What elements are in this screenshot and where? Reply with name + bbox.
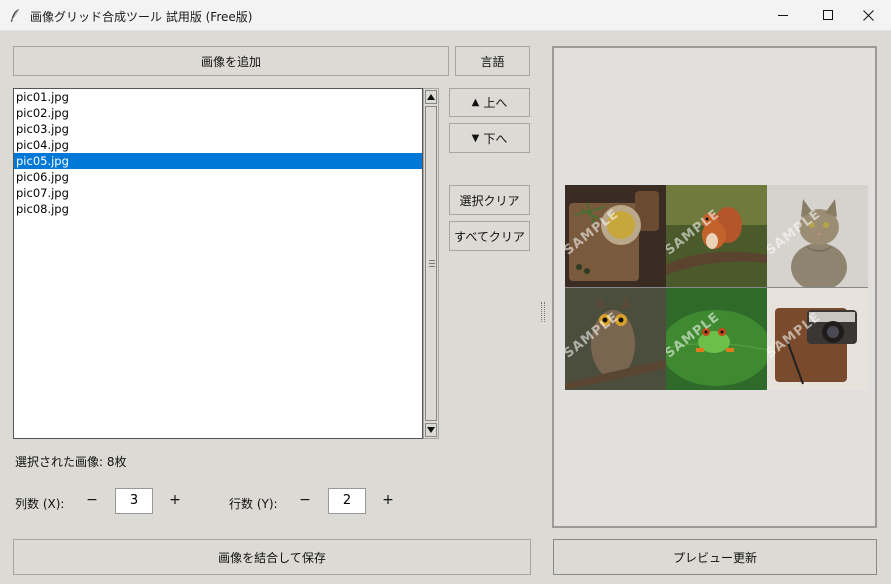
move-up-label: 上へ <box>483 96 508 110</box>
scroll-down-button[interactable] <box>425 423 437 437</box>
clear-all-button[interactable]: すべてクリア <box>449 221 530 251</box>
clear-all-label: すべてクリア <box>454 229 525 244</box>
preview-tile-squirrel: SAMPLE <box>666 185 767 287</box>
title-bar: 画像グリッド合成ツール 試用版 (Free版) <box>0 0 891 31</box>
list-item-selected[interactable]: pic05.jpg <box>14 153 422 169</box>
move-down-label: 下へ <box>483 131 508 146</box>
columns-input[interactable]: 3 <box>115 488 153 514</box>
up-arrow-icon: ▲ <box>471 97 480 108</box>
maximize-button[interactable] <box>806 0 851 31</box>
preview-panel: SAMPLE SAMPLE SAMPLE SAMPLE SAMPLE SAMPL… <box>552 46 877 528</box>
rows-increment-button[interactable]: + <box>381 492 395 508</box>
preview-tile-owl: SAMPLE <box>565 288 666 390</box>
minimize-button[interactable] <box>761 0 806 31</box>
clear-selection-button[interactable]: 選択クリア <box>449 185 530 215</box>
down-arrow-icon: ▼ <box>471 132 480 144</box>
columns-increment-button[interactable]: + <box>168 492 182 508</box>
language-button[interactable]: 言語 <box>455 46 530 76</box>
close-icon <box>863 10 874 21</box>
preview-tile-cat: SAMPLE <box>767 185 868 287</box>
preview-update-label: プレビュー更新 <box>672 550 757 565</box>
list-item[interactable]: pic01.jpg <box>14 89 422 105</box>
merge-save-button[interactable]: 画像を結合して保存 <box>13 539 531 575</box>
list-item[interactable]: pic02.jpg <box>14 105 422 121</box>
merge-save-label: 画像を結合して保存 <box>218 550 326 565</box>
grip-icon <box>429 260 435 267</box>
pane-sash[interactable] <box>541 302 545 322</box>
rows-input[interactable]: 2 <box>328 488 366 514</box>
scroll-thumb[interactable] <box>425 106 437 421</box>
rows-label: 行数 (Y): <box>229 497 278 511</box>
add-images-label: 画像を追加 <box>200 54 261 69</box>
preview-tile-camera: SAMPLE <box>767 288 868 390</box>
move-down-button[interactable]: ▼ 下へ <box>449 123 530 153</box>
preview-update-button[interactable]: プレビュー更新 <box>553 539 877 575</box>
list-item[interactable]: pic08.jpg <box>14 201 422 217</box>
list-item[interactable]: pic07.jpg <box>14 185 422 201</box>
minimize-icon <box>778 15 788 16</box>
selected-count-text: 選択された画像: 8枚 <box>15 455 127 469</box>
maximize-icon <box>823 10 833 20</box>
preview-grid: SAMPLE SAMPLE SAMPLE SAMPLE SAMPLE SAMPL… <box>565 185 868 390</box>
add-images-button[interactable]: 画像を追加 <box>13 46 449 76</box>
file-listbox[interactable]: pic01.jpg pic02.jpg pic03.jpg pic04.jpg … <box>13 88 423 439</box>
preview-tile-frog: SAMPLE <box>666 288 767 390</box>
list-item[interactable]: pic04.jpg <box>14 137 422 153</box>
list-scrollbar[interactable] <box>423 88 439 439</box>
close-button[interactable] <box>846 0 891 31</box>
window-title: 画像グリッド合成ツール 試用版 (Free版) <box>30 10 253 24</box>
columns-decrement-button[interactable]: − <box>85 492 99 508</box>
language-label: 言語 <box>480 54 505 69</box>
preview-tile-olive-oil: SAMPLE <box>565 185 666 287</box>
scroll-up-button[interactable] <box>425 90 437 104</box>
feather-icon <box>11 8 20 22</box>
rows-decrement-button[interactable]: − <box>298 492 312 508</box>
list-item[interactable]: pic03.jpg <box>14 121 422 137</box>
list-item[interactable]: pic06.jpg <box>14 169 422 185</box>
triangle-down-icon <box>427 427 435 433</box>
clear-selection-label: 選択クリア <box>459 193 520 208</box>
move-up-button[interactable]: ▲ 上へ <box>449 88 530 117</box>
columns-label: 列数 (X): <box>15 497 65 511</box>
triangle-up-icon <box>427 94 435 100</box>
